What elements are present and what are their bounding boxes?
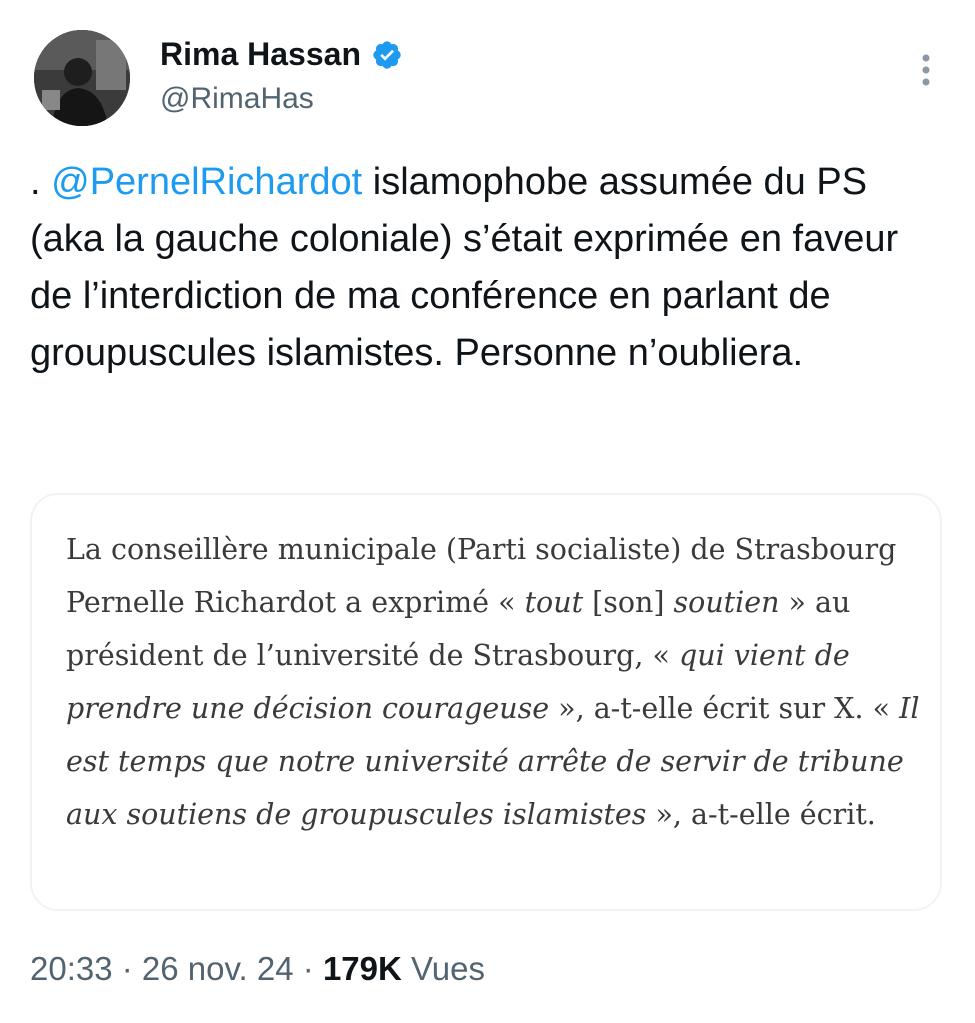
tweet-prefix: . [30, 161, 52, 203]
author-handle[interactable]: @RimaHas [160, 82, 314, 116]
tweet-time[interactable]: 20:33 [30, 950, 113, 988]
quote-italic-segment: tout [524, 586, 584, 619]
mention-link[interactable]: @PernelRichardot [51, 161, 362, 203]
quote-segment: », a-t-elle écrit. [646, 798, 876, 831]
meta-separator: · [112, 950, 142, 987]
author-name-row[interactable]: Rima Hassan [160, 36, 403, 73]
quote-segment: [son] [583, 586, 674, 619]
quoted-text: La conseillère municipale (Parti sociali… [66, 523, 926, 841]
tweet-date[interactable]: 26 nov. 24 [142, 950, 294, 988]
views-label: Vues [401, 950, 485, 987]
avatar[interactable] [34, 30, 130, 126]
tweet-meta: 20:33 · 26 nov. 24 · 179K Vues [30, 950, 485, 988]
meta-separator: · [293, 950, 323, 987]
author-display-name[interactable]: Rima Hassan [160, 36, 361, 73]
quoted-article-card[interactable]: La conseillère municipale (Parti sociali… [30, 493, 942, 911]
tweet-text: . @PernelRichardot islamophobe assumée d… [30, 154, 950, 382]
verified-badge-icon [371, 39, 403, 71]
views-count[interactable]: 179K [323, 950, 402, 988]
quote-italic-segment: soutien [673, 586, 780, 619]
quote-segment: », a-t-elle écrit sur X. « [549, 692, 900, 725]
more-options-icon[interactable] [912, 52, 940, 92]
avatar-photo [34, 30, 130, 126]
